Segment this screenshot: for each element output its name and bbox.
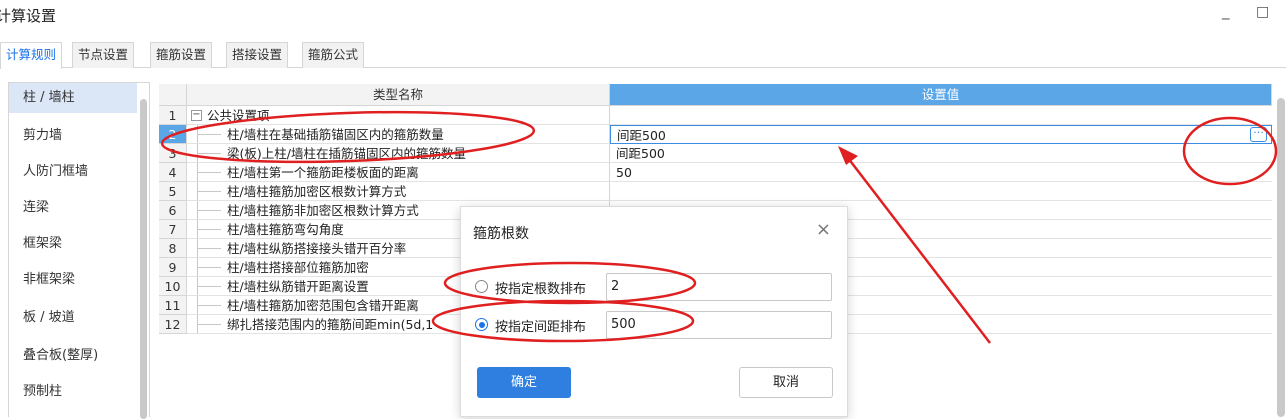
tree-branch xyxy=(197,286,221,287)
row-number: 2 xyxy=(159,125,187,144)
sidebar-item-column[interactable]: 柱 / 墙柱 xyxy=(9,83,137,113)
row-number: 7 xyxy=(159,220,187,239)
window-title: 计算设置 xyxy=(0,7,57,25)
title-bar: 计算设置 _ □ xyxy=(0,0,1286,34)
row-number: 9 xyxy=(159,258,187,277)
row-name-text: 公共设置项 xyxy=(207,108,270,123)
tree-branch xyxy=(197,305,221,306)
row-name-text: 柱/墙柱搭接部位箍筋加密 xyxy=(227,260,369,275)
table-row-selected[interactable]: 2 柱/墙柱在基础插筋锚固区内的箍筋数量 间距500 ··· xyxy=(159,125,1286,144)
tree-branch xyxy=(197,172,221,173)
sidebar-item-civil-defense-wall[interactable]: 人防门框墙 xyxy=(9,157,137,187)
row-number-header xyxy=(159,84,187,106)
tree-branch xyxy=(197,134,221,135)
minimize-icon[interactable]: _ xyxy=(1222,2,1230,20)
row-name-text: 梁(板)上柱/墙柱在插筋锚固区内的箍筋数量 xyxy=(227,146,466,161)
tree-branch xyxy=(197,248,221,249)
spacing-option-label[interactable]: 按指定间距排布 xyxy=(495,316,586,335)
sidebar-item-slab-ramp[interactable]: 板 / 坡道 xyxy=(9,303,137,333)
maximize-icon[interactable]: □ xyxy=(1256,4,1269,20)
tree-branch xyxy=(197,324,221,325)
row-name: 梁(板)上柱/墙柱在插筋锚固区内的箍筋数量 xyxy=(187,144,610,163)
row-name-text: 柱/墙柱箍筋非加密区根数计算方式 xyxy=(227,203,419,218)
close-icon[interactable]: × xyxy=(816,219,831,240)
row-name-text: 柱/墙柱纵筋错开距离设置 xyxy=(227,279,369,294)
row-value-editor[interactable]: 间距500 ··· xyxy=(610,125,1272,144)
value-column-header: 设置值 xyxy=(610,84,1272,106)
row-number: 11 xyxy=(159,296,187,315)
tree-branch xyxy=(197,153,221,154)
ok-button[interactable]: 确定 xyxy=(477,367,571,398)
row-number: 5 xyxy=(159,182,187,201)
tree-branch xyxy=(197,210,221,211)
grid-scrollbar[interactable] xyxy=(1277,98,1285,417)
row-name-text: 柱/墙柱在基础插筋锚固区内的箍筋数量 xyxy=(227,127,444,142)
table-row[interactable]: 3 梁(板)上柱/墙柱在插筋锚固区内的箍筋数量 间距500 xyxy=(159,144,1286,163)
row-number: 12 xyxy=(159,315,187,334)
collapse-icon[interactable]: − xyxy=(191,110,202,121)
row-number: 6 xyxy=(159,201,187,220)
table-row[interactable]: 5 柱/墙柱箍筋加密区根数计算方式 xyxy=(159,182,1286,201)
tree-branch xyxy=(197,267,221,268)
tab-lap-settings[interactable]: 搭接设置 xyxy=(226,42,289,68)
row-name-text: 柱/墙柱第一个箍筋距楼板面的距离 xyxy=(227,165,419,180)
tab-stirrup-formula[interactable]: 箍筋公式 xyxy=(302,42,365,68)
row-value[interactable]: 间距500 xyxy=(610,144,1272,163)
dialog-title: 箍筋根数 xyxy=(473,226,529,242)
row-number: 8 xyxy=(159,239,187,258)
row-name: − 公共设置项 xyxy=(187,106,610,125)
row-name-text: 柱/墙柱纵筋搭接接头错开百分率 xyxy=(227,241,407,256)
table-row[interactable]: 4 柱/墙柱第一个箍筋距楼板面的距离 50 xyxy=(159,163,1286,182)
sidebar-item-precast-column[interactable]: 预制柱 xyxy=(9,377,137,407)
sidebar-item-shear-wall[interactable]: 剪力墙 xyxy=(9,121,137,151)
row-value-text: 间距500 xyxy=(617,128,666,143)
count-option-label[interactable]: 按指定根数排布 xyxy=(495,278,586,297)
name-column-header: 类型名称 xyxy=(187,84,610,106)
component-sidebar: 柱 / 墙柱 剪力墙 人防门框墙 连梁 框架梁 非框架梁 板 / 坡道 叠合板(… xyxy=(8,82,150,419)
sidebar-item-composite-slab[interactable]: 叠合板(整厚) xyxy=(9,341,137,371)
count-input[interactable]: 2 xyxy=(606,273,832,301)
sidebar-item-coupling-beam[interactable]: 连梁 xyxy=(9,193,137,223)
tab-bar: 计算规则 节点设置 箍筋设置 搭接设置 箍筋公式 xyxy=(0,42,1286,69)
tree-branch xyxy=(197,229,221,230)
sidebar-scrollbar[interactable] xyxy=(140,99,147,419)
cancel-button[interactable]: 取消 xyxy=(739,367,833,398)
row-name: 柱/墙柱第一个箍筋距楼板面的距离 xyxy=(187,163,610,182)
row-number: 4 xyxy=(159,163,187,182)
row-value[interactable] xyxy=(610,182,1272,201)
row-name-text: 柱/墙柱箍筋弯勾角度 xyxy=(227,222,344,237)
row-name-text: 柱/墙柱箍筋加密区根数计算方式 xyxy=(227,184,407,199)
spacing-input[interactable]: 500 xyxy=(606,311,832,339)
tree-branch xyxy=(197,191,221,192)
row-number: 3 xyxy=(159,144,187,163)
row-value[interactable] xyxy=(610,106,1272,125)
spacing-radio[interactable] xyxy=(475,318,488,331)
count-radio[interactable] xyxy=(475,280,488,293)
row-number: 10 xyxy=(159,277,187,296)
row-number: 1 xyxy=(159,106,187,125)
row-name: 柱/墙柱在基础插筋锚固区内的箍筋数量 xyxy=(187,125,610,144)
ellipsis-icon[interactable]: ··· xyxy=(1250,127,1267,142)
row-name-text: 柱/墙柱箍筋加密范围包含错开距离 xyxy=(227,298,419,313)
sidebar-item-non-frame-beam[interactable]: 非框架梁 xyxy=(9,265,137,295)
row-name-text: 绑扎搭接范围内的箍筋间距min(5d,1 xyxy=(227,317,434,332)
table-row[interactable]: 1 − 公共设置项 xyxy=(159,106,1286,125)
row-value[interactable]: 50 xyxy=(610,163,1272,182)
tab-calc-rules[interactable]: 计算规则 xyxy=(0,42,63,69)
row-name: 柱/墙柱箍筋加密区根数计算方式 xyxy=(187,182,610,201)
tab-node-settings[interactable]: 节点设置 xyxy=(72,42,135,68)
tab-stirrup-settings[interactable]: 箍筋设置 xyxy=(150,42,213,68)
stirrup-count-dialog: 箍筋根数 × 按指定根数排布 2 按指定间距排布 500 确定 取消 xyxy=(460,206,848,417)
sidebar-item-frame-beam[interactable]: 框架梁 xyxy=(9,229,137,259)
